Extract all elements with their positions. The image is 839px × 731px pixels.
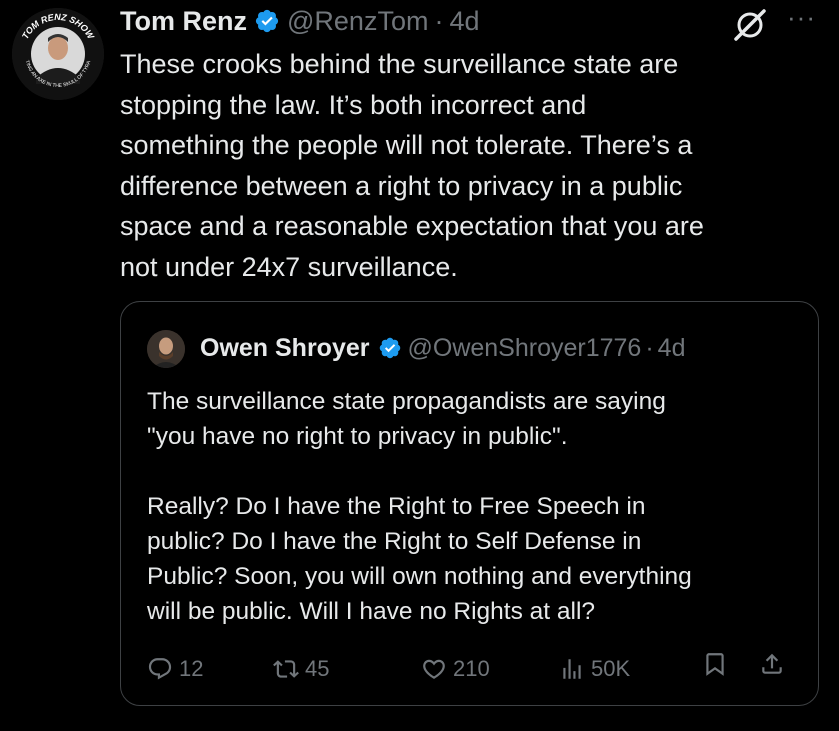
views-count: 50K [591, 656, 631, 681]
views-icon [563, 659, 581, 679]
tweet-timestamp[interactable]: 4d [449, 4, 479, 38]
views-button[interactable]: 50K [559, 651, 630, 687]
bookmark-button[interactable] [702, 651, 734, 677]
more-icon[interactable]: ··· [787, 2, 816, 33]
tweet-header: Tom Renz @RenzTom · 4d [120, 4, 480, 38]
quote-text: The surveillance state propagandists are… [147, 388, 692, 625]
bookmark-icon [706, 653, 724, 676]
author-avatar[interactable]: TOM RENZ SHOW PUTTING AN AXE IN THE SKUL… [12, 8, 104, 100]
like-icon [423, 659, 445, 679]
share-button[interactable] [759, 651, 791, 677]
avatar-image: TOM RENZ SHOW PUTTING AN AXE IN THE SKUL… [12, 8, 104, 100]
author-handle[interactable]: @RenzTom [287, 4, 428, 38]
author-name[interactable]: Tom Renz [120, 4, 247, 38]
quote-avatar-image [147, 330, 185, 368]
header-separator: · [434, 6, 444, 36]
quote-timestamp[interactable]: 4d [658, 332, 686, 364]
repost-button[interactable]: 45 [273, 651, 329, 687]
verified-badge-icon [255, 9, 279, 33]
quote-header-separator: · [645, 334, 654, 362]
quote-header: Owen Shroyer @OwenShroyer1776 · 4d [200, 332, 685, 364]
tweet-text: These crooks behind the surveillance sta… [120, 49, 704, 282]
reply-icon [148, 658, 172, 680]
action-bar: 12 45 210 50K [147, 651, 797, 687]
quoted-tweet[interactable]: Owen Shroyer @OwenShroyer1776 · 4d The s… [120, 301, 819, 706]
reply-button[interactable]: 12 [147, 651, 203, 687]
reply-count: 12 [179, 656, 204, 681]
verified-badge-icon [379, 337, 400, 359]
repost-count: 45 [305, 656, 330, 681]
share-icon [762, 653, 782, 674]
like-count: 210 [453, 656, 490, 681]
grok-icon[interactable] [731, 8, 769, 42]
quote-author-avatar[interactable] [147, 330, 185, 368]
repost-icon [273, 660, 299, 678]
like-button[interactable]: 210 [421, 651, 490, 687]
quote-author-handle[interactable]: @OwenShroyer1776 [408, 332, 642, 364]
quote-author-name[interactable]: Owen Shroyer [200, 332, 370, 364]
